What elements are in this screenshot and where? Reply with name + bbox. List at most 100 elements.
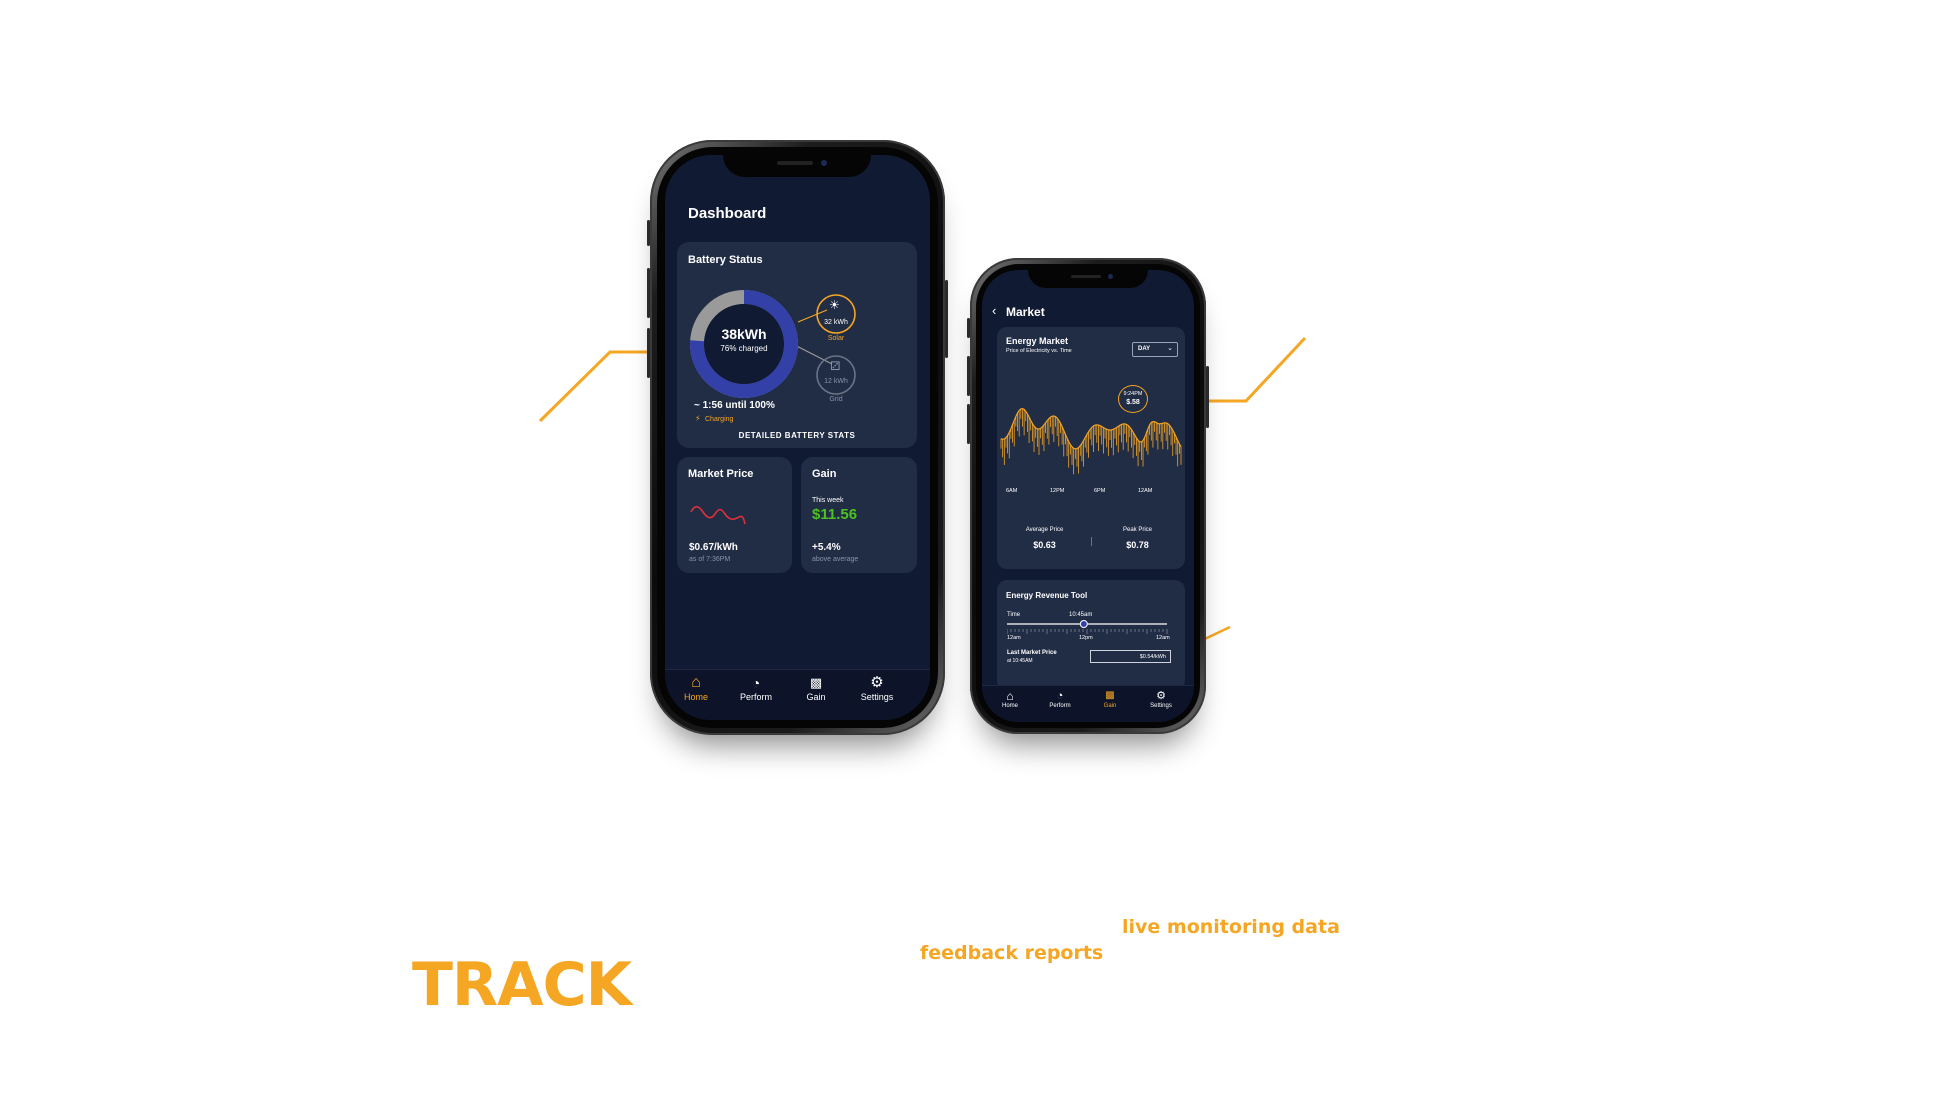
range-select[interactable]: DAY ⌄ <box>1132 342 1178 357</box>
tooltip-time: 9:24PM <box>1123 391 1143 397</box>
nav-settings-label: Settings <box>1150 703 1172 709</box>
nav-item-home[interactable]: ⌂ Home <box>992 689 1028 709</box>
x-tick-label: 6PM <box>1094 488 1106 494</box>
charging-status: Charging <box>705 416 734 423</box>
market-screen: ‹ Market Energy Market Price of Electric… <box>982 270 1194 722</box>
battery-amount: 38kWh <box>721 326 767 342</box>
revenue-tool-title: Energy Revenue Tool <box>1006 591 1088 600</box>
bottom-nav: ⌂ Home ◔ Perform ▩ Gain ⚙ Settings <box>982 685 1194 722</box>
chevron-left-icon[interactable]: ‹ <box>992 303 996 318</box>
time-label: Time <box>1007 612 1021 618</box>
time-slider-handle <box>1079 620 1088 628</box>
average-price-label: Average Price <box>1025 527 1064 533</box>
phone-notch <box>1028 270 1148 288</box>
nav-item-gain[interactable]: ▩ Gain <box>795 674 837 702</box>
annotation-lines <box>538 336 1307 703</box>
battery-status-card: Battery Status 38kWh 76% charged ☀ 32 kW… <box>677 242 917 448</box>
energy-market-card: Energy Market Price of Electricity vs. T… <box>997 327 1185 569</box>
gauge-icon: ◔ <box>1056 690 1064 702</box>
energy-market-title: Energy Market <box>1006 336 1069 346</box>
nav-settings-label: Settings <box>860 692 894 702</box>
nav-home-label: Home <box>683 692 708 702</box>
phone-volume-down <box>967 404 970 444</box>
chevron-down-icon: ⌄ <box>1167 345 1173 352</box>
gain-period: This week <box>812 497 844 504</box>
home-icon: ⌂ <box>691 674 701 691</box>
gain-title: Gain <box>812 468 837 480</box>
nav-perform-label: Perform <box>1049 703 1071 709</box>
x-tick-label: 6AM <box>1006 488 1018 494</box>
dashboard-screen: Dashboard Battery Status 38kWh 76% charg… <box>665 155 930 720</box>
gain-change-label: above average <box>812 556 859 563</box>
last-market-price-time: at 10:45AM <box>1007 658 1033 664</box>
price-chart <box>1000 407 1182 475</box>
page-title: Dashboard <box>688 205 767 222</box>
x-tick-label: 12PM <box>1050 488 1065 494</box>
nav-item-perform[interactable]: ◔ Perform <box>1042 689 1078 709</box>
nav-gain-label: Gain <box>806 692 826 702</box>
time-until-full: ~ 1:56 until 100% <box>694 400 775 411</box>
nav-item-home[interactable]: ⌂ Home <box>675 674 717 702</box>
gain-amount: $11.56 <box>812 506 858 523</box>
nav-gain-label: Gain <box>1103 703 1117 709</box>
lightning-icon: ⚡ <box>695 414 701 423</box>
solar-label: Solar <box>827 335 845 342</box>
peak-price-value: $0.78 <box>1126 540 1149 550</box>
phone-notch <box>723 155 871 177</box>
gauge-icon: ◔ <box>751 675 761 691</box>
gear-icon: ⚙ <box>870 674 884 691</box>
gear-icon: ⚙ <box>1156 690 1166 702</box>
battery-charged-percent: 76% charged <box>720 344 768 353</box>
market-price-value: $0.67/kWh <box>689 542 738 553</box>
speaker-grille <box>1071 275 1101 278</box>
range-select-value: DAY <box>1138 346 1151 352</box>
nav-home-label: Home <box>1001 703 1018 709</box>
phone-mute-switch <box>967 318 970 338</box>
price-divider <box>1091 537 1092 546</box>
power-tower-icon: ⚂ <box>830 359 841 373</box>
grid-value: 12 kWh <box>824 378 848 385</box>
energy-market-subtitle: Price of Electricity vs. Time <box>1006 348 1072 354</box>
bar-chart-icon: ▩ <box>1105 690 1115 701</box>
grid-label: Grid <box>829 396 843 403</box>
nav-item-perform[interactable]: ◔ Perform <box>735 674 777 702</box>
gain-change: +5.4% <box>812 542 841 553</box>
nav-item-gain[interactable]: ▩ Gain <box>1092 689 1128 709</box>
home-icon: ⌂ <box>1006 689 1014 703</box>
energy-revenue-tool-card: Energy Revenue Tool Time 10:45am 12am 12… <box>997 580 1185 690</box>
market-price-sparkline <box>690 505 746 525</box>
gain-card[interactable]: Gain This week $11.56 +5.4% above averag… <box>801 457 917 573</box>
average-price-value: $0.63 <box>1033 540 1056 550</box>
phone-mute-switch <box>647 220 650 246</box>
market-phone: ‹ Market Energy Market Price of Electric… <box>967 258 1209 734</box>
market-price-card[interactable]: Market Price $0.67/kWh as of 7:36PM <box>677 457 792 573</box>
slider-tick-label: 12am <box>1156 635 1170 641</box>
feedback-reports-caption: feedback reports <box>920 942 1104 964</box>
time-slider[interactable] <box>1007 620 1175 636</box>
page-title: Market <box>1006 305 1045 319</box>
nav-item-settings[interactable]: ⚙ Settings <box>855 674 899 702</box>
phone-volume-up <box>967 356 970 396</box>
slider-tick-label: 12pm <box>1079 635 1093 641</box>
dashboard-phone: Dashboard Battery Status 38kWh 76% charg… <box>647 140 948 735</box>
front-camera <box>1108 274 1113 279</box>
front-camera <box>821 160 827 166</box>
phone-power-button <box>945 280 948 358</box>
slider-tick-label: 12am <box>1007 635 1021 641</box>
track-heading: TRACK <box>412 950 632 1020</box>
chart-tooltip: 9:24PM $.58 <box>1118 385 1148 413</box>
nav-item-settings[interactable]: ⚙ Settings <box>1142 689 1180 709</box>
last-market-price-label: Last Market Price <box>1007 650 1057 656</box>
bar-chart-icon: ▩ <box>809 675 823 690</box>
tooltip-price: $.58 <box>1126 399 1140 406</box>
phone-power-button <box>1206 366 1209 428</box>
market-price-timestamp: as of 7:36PM <box>689 556 731 563</box>
price-line <box>1000 407 1182 450</box>
live-monitoring-caption: live monitoring data <box>1122 916 1340 938</box>
peak-price-label: Peak Price <box>1122 527 1152 533</box>
solar-panel-icon: ☀ <box>829 298 840 312</box>
phone-volume-up <box>647 268 650 318</box>
last-market-price-field[interactable]: $0.54/kWh <box>1090 650 1171 663</box>
detailed-battery-stats-button[interactable]: DETAILED BATTERY STATS <box>677 431 917 440</box>
solar-value: 32 kWh <box>824 319 848 326</box>
